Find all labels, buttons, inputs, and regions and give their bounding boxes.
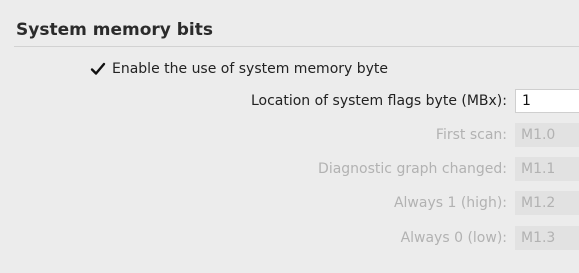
enable-system-memory-byte-checkbox[interactable]: Enable the use of system memory byte (90, 57, 388, 81)
diagnostic-graph-changed-label: Diagnostic graph changed: (318, 161, 507, 177)
section-title: System memory bits (16, 20, 213, 40)
always-1-high-field: M1.2 (515, 191, 579, 215)
always-1-high-row: Always 1 (high): M1.2 (0, 191, 579, 215)
checkmark-icon[interactable] (90, 60, 106, 78)
first-scan-row: First scan: M1.0 (0, 123, 579, 147)
section-divider (14, 46, 579, 47)
first-scan-label: First scan: (435, 127, 507, 143)
location-label: Location of system flags byte (MBx): (250, 93, 507, 109)
first-scan-field: M1.0 (515, 123, 579, 147)
enable-system-memory-byte-label: Enable the use of system memory byte (112, 61, 389, 77)
always-0-low-label: Always 0 (low): (400, 230, 507, 246)
always-0-low-row: Always 0 (low): M1.3 (0, 226, 579, 250)
diagnostic-graph-changed-field: M1.1 (515, 157, 579, 181)
system-memory-bits-panel: System memory bits Enable the use of sys… (0, 0, 579, 273)
always-0-low-field: M1.3 (515, 226, 579, 250)
location-row: Location of system flags byte (MBx): (0, 89, 579, 113)
diagnostic-graph-changed-row: Diagnostic graph changed: M1.1 (0, 157, 579, 181)
location-input[interactable] (515, 89, 579, 113)
always-1-high-label: Always 1 (high): (393, 195, 507, 211)
